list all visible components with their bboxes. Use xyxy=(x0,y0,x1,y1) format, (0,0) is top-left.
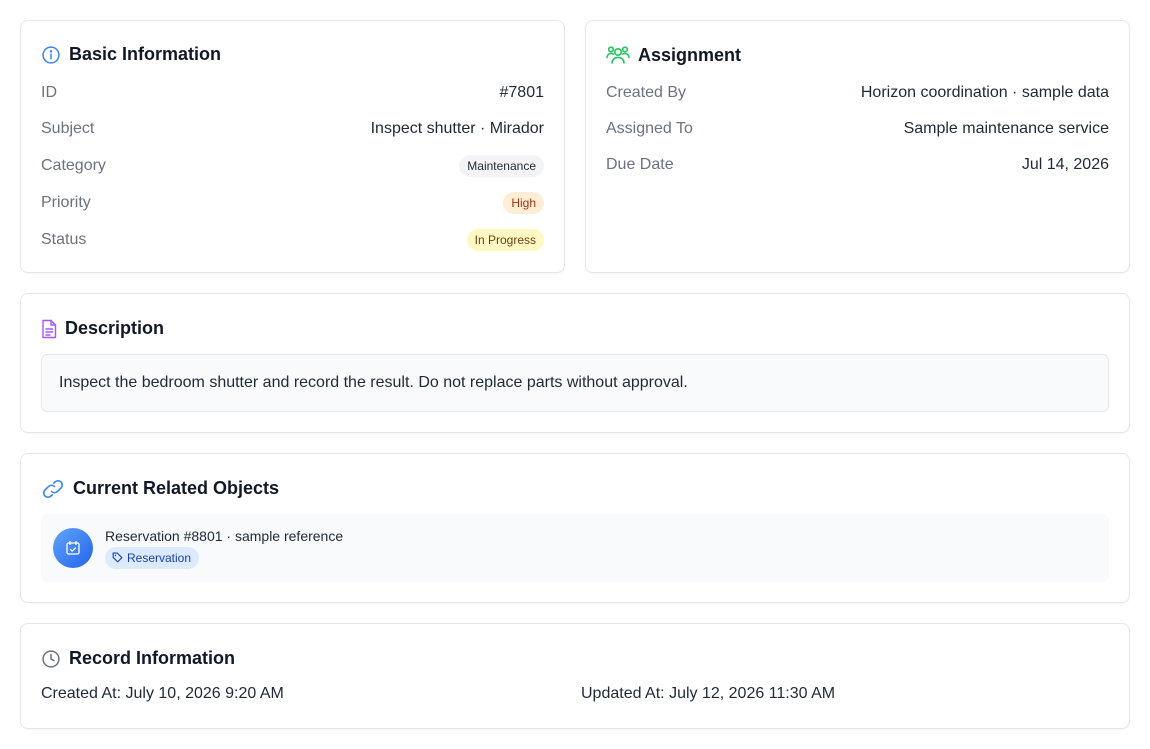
clock-icon xyxy=(41,649,61,669)
info-icon xyxy=(41,45,61,65)
status-badge: In Progress xyxy=(466,229,544,251)
calendar-check-icon xyxy=(53,528,93,568)
description-header: Description xyxy=(41,318,164,339)
assigned-to-row: Assigned To Sample maintenance service xyxy=(606,117,1109,141)
updated-at-text: Updated At: July 12, 2026 11:30 AM xyxy=(581,685,836,702)
created-by-value: Horizon coordination · sample data xyxy=(860,84,1109,101)
category-row: Category Maintenance xyxy=(41,154,544,178)
tag-icon xyxy=(112,552,123,563)
assignment-header: Assignment xyxy=(606,44,741,66)
related-object-item[interactable]: Reservation #8801 · sample reference Res… xyxy=(41,514,1109,582)
created-by-row: Created By Horizon coordination · sample… xyxy=(606,81,1109,105)
category-label: Category xyxy=(41,157,106,174)
priority-row: Priority High xyxy=(41,191,544,215)
assignment-card: Assignment Created By Horizon coordinati… xyxy=(585,20,1130,273)
basic-information-header: Basic Information xyxy=(41,44,221,65)
priority-badge: High xyxy=(503,192,544,214)
due-date-row: Due Date Jul 14, 2026 xyxy=(606,153,1109,177)
subject-row: Subject Inspect shutter · Mirador xyxy=(41,117,544,141)
created-at-text: Created At: July 10, 2026 9:20 AM xyxy=(41,685,284,702)
description-title: Description xyxy=(65,318,165,338)
description-text: Inspect the bedroom shutter and record t… xyxy=(41,354,1109,412)
category-badge: Maintenance xyxy=(459,155,544,177)
id-label: ID xyxy=(41,84,57,101)
record-information-header: Record Information xyxy=(41,648,235,669)
created-by-label: Created By xyxy=(606,84,687,101)
assigned-to-value: Sample maintenance service xyxy=(903,120,1109,137)
due-date-value: Jul 14, 2026 xyxy=(1021,156,1109,173)
description-card: Description Inspect the bedroom shutter … xyxy=(20,293,1130,433)
users-icon xyxy=(606,44,630,66)
priority-label: Priority xyxy=(41,194,91,211)
basic-information-title: Basic Information xyxy=(69,44,222,64)
assignment-title: Assignment xyxy=(638,44,742,65)
record-information-card: Record Information Created At: July 10, … xyxy=(20,623,1130,729)
basic-information-card: Basic Information ID #7801 Subject Inspe… xyxy=(20,20,565,273)
related-object-tag-label: Reservation xyxy=(127,550,192,565)
due-date-label: Due Date xyxy=(606,156,674,173)
related-object-details: Reservation #8801 · sample reference Res… xyxy=(105,528,343,569)
assigned-to-label: Assigned To xyxy=(606,120,693,137)
status-label: Status xyxy=(41,231,87,248)
link-icon xyxy=(41,479,65,499)
related-object-tag: Reservation xyxy=(105,546,200,569)
subject-label: Subject xyxy=(41,120,95,137)
id-row: ID #7801 xyxy=(41,81,544,105)
file-text-icon xyxy=(41,319,57,339)
related-objects-title: Current Related Objects xyxy=(73,478,280,498)
related-object-name[interactable]: Reservation #8801 · sample reference xyxy=(105,528,343,544)
id-value: #7801 xyxy=(499,84,545,101)
record-information-title: Record Information xyxy=(69,648,236,668)
status-row: Status In Progress xyxy=(41,228,544,252)
subject-value: Inspect shutter · Mirador xyxy=(370,120,544,137)
related-objects-card: Current Related Objects Reservation #880… xyxy=(20,453,1130,603)
related-objects-header: Current Related Objects xyxy=(41,478,279,499)
